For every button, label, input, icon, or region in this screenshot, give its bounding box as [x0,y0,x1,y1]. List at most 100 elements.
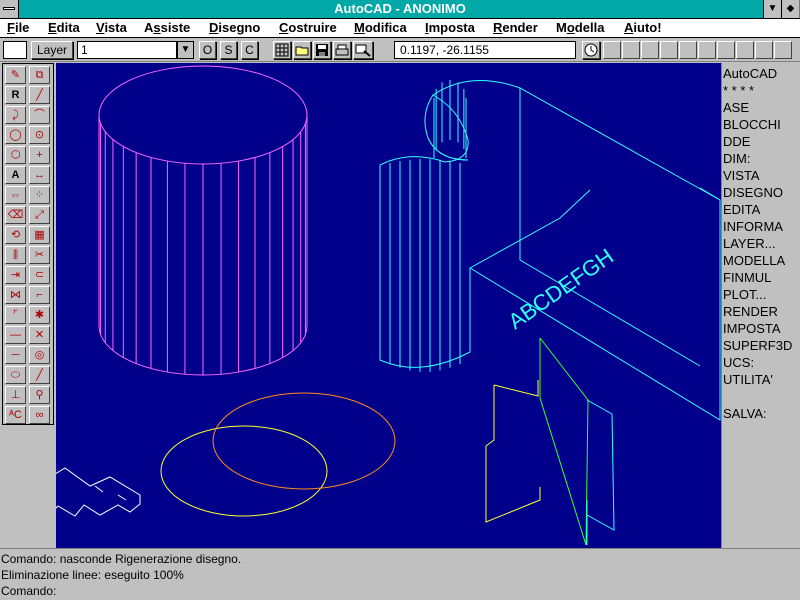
pencil-icon[interactable]: ✎ [5,66,26,84]
drawing-canvas[interactable]: ABCDEFGH [24,63,721,548]
ortho-button[interactable]: O [199,41,216,59]
menu-disegno[interactable]: Disegno [209,20,260,36]
screen-menu-item[interactable]: MODELLA [723,252,785,269]
toolbar-button-blank-5[interactable] [679,41,697,59]
zoom-window-icon[interactable] [353,41,373,59]
screen-menu-item[interactable]: VISTA [723,167,760,184]
menu-vista[interactable]: Vista [96,20,127,36]
ellipse-icon[interactable]: ⊙ [29,126,50,144]
screen-menu-item[interactable]: INFORMA [723,218,783,235]
point-icon[interactable]: + [29,146,50,164]
break-icon[interactable]: ⋈ [5,286,26,304]
screen-menu-item[interactable]: SUPERF3D [723,337,792,354]
ucs-icon[interactable]: ⊥ [5,386,26,404]
rotate-icon[interactable]: ⟲ [5,226,26,244]
toolbar-button-blank-2[interactable] [622,41,640,59]
curved-wall: ABCDEFGH [379,79,721,421]
layer-button[interactable]: Layer [31,41,73,59]
trim-icon[interactable]: ✂ [29,246,50,264]
menu-edita[interactable]: Edita [48,20,80,36]
command-history-line-1: Comando: nasconde Rigenerazione disegno. [1,552,242,566]
screen-menu-item[interactable]: LAYER... [723,235,776,252]
ddedit-icon[interactable]: ᴬC [5,406,26,424]
screen-menu-item[interactable]: DISEGNO [723,184,783,201]
toolbar-button-blank-6[interactable] [698,41,716,59]
array-icon[interactable]: ⁘ [29,186,50,204]
title-bar: AutoCAD - ANONIMO ▼ ◆ [0,0,800,19]
boundary-icon[interactable]: ⬭ [5,366,26,384]
donut-icon[interactable]: ◎ [29,346,50,364]
polygon-icon[interactable]: ⬡ [5,146,26,164]
toolbar-button-blank-8[interactable] [736,41,754,59]
screen-menu-separator: * * * * [723,83,755,98]
link-icon[interactable]: ∞ [29,406,50,424]
stretch-icon[interactable]: ⇥ [5,266,26,284]
screen-menu-item[interactable]: UTILITA' [723,371,773,388]
screen-menu-item[interactable]: EDITA [723,201,760,218]
mirror-icon[interactable]: ⫼ [5,246,26,264]
scale-icon[interactable]: ⤢ [29,206,50,224]
line-icon[interactable]: ╱ [29,86,50,104]
fillet-icon[interactable]: ⌐ [29,286,50,304]
toolbar-button-blank-10[interactable] [774,41,792,59]
screen-menu-item[interactable]: BLOCCHI [723,116,781,133]
circle-icon[interactable]: ◯ [5,126,26,144]
menu-modifica[interactable]: Modifica [354,20,407,36]
screen-menu-title[interactable]: AutoCAD [723,65,777,82]
grid-icon[interactable] [273,41,291,59]
toolbar-button-blank-7[interactable] [717,41,735,59]
erase-icon[interactable]: ⌫ [5,206,26,224]
coords-toggle-button[interactable]: C [241,41,258,59]
menu-imposta[interactable]: Imposta [425,20,475,36]
menu-modella[interactable]: Modella [556,20,604,36]
redraw-icon[interactable]: R [5,86,26,104]
save-icon[interactable] [313,41,331,59]
solid-icon[interactable]: ╱ [29,366,50,384]
maximize-button[interactable]: ◆ [781,0,799,18]
toolbar-button-blank-4[interactable] [660,41,678,59]
hide-icon[interactable]: — [5,326,26,344]
color-swatch[interactable] [3,41,27,59]
screen-menu-item[interactable]: ASE [723,99,749,116]
xline-icon[interactable]: ─ [5,346,26,364]
snap-button[interactable]: S [220,41,237,59]
menu-file[interactable]: File [7,20,29,36]
dimension-icon[interactable]: ↔ [29,166,50,184]
hatch-icon[interactable]: ▦ [29,226,50,244]
screen-menu-save[interactable]: SALVA: [723,405,767,422]
toolbar-button-blank-9[interactable] [755,41,773,59]
drawing-area[interactable]: ABCDEFGH [24,63,721,548]
command-prompt[interactable]: Comando: [1,583,56,599]
menu-render[interactable]: Render [493,20,538,36]
menu-costruire[interactable]: Costruire [279,20,337,36]
screen-menu-item[interactable]: PLOT... [723,286,766,303]
arc-icon[interactable]: ⌒ [29,106,50,124]
menu-aiuto[interactable]: Aiuto! [624,20,662,36]
screen-menu-item[interactable]: UCS: [723,354,754,371]
move-icon[interactable]: ⇔ [5,186,26,204]
screen-menu-item[interactable]: FINMUL [723,269,771,286]
screen-menu-item[interactable]: DDE [723,133,750,150]
print-icon[interactable] [333,41,351,59]
open-icon[interactable] [293,41,311,59]
explode-icon[interactable]: ✱ [29,306,50,324]
toolbar-button-blank-1[interactable] [603,41,621,59]
screen-menu-item[interactable]: DIM: [723,150,750,167]
screen-menu-item[interactable]: IMPOSTA [723,320,781,337]
menu-assiste[interactable]: Assiste [144,20,190,36]
screen-menu-item[interactable]: RENDER [723,303,778,320]
offset-icon[interactable]: ⊂ [29,266,50,284]
hourglass-icon[interactable] [582,41,600,59]
measure-icon[interactable]: ⚲ [29,386,50,404]
ellipse-yellow [160,425,328,517]
layer-dropdown[interactable]: 1 [77,41,177,59]
chamfer-icon[interactable]: ⌜ [5,306,26,324]
chevron-down-icon[interactable]: ▼ [177,41,194,59]
command-area[interactable]: Comando: nasconde Rigenerazione disegno.… [0,548,800,600]
cross-icon[interactable]: ✕ [29,326,50,344]
pline-icon[interactable]: ⤸ [5,106,26,124]
copy-icon[interactable]: ⧉ [29,66,50,84]
text-icon[interactable]: A [5,166,26,184]
toolbar-button-blank-3[interactable] [641,41,659,59]
minimize-button[interactable]: ▼ [763,0,781,18]
